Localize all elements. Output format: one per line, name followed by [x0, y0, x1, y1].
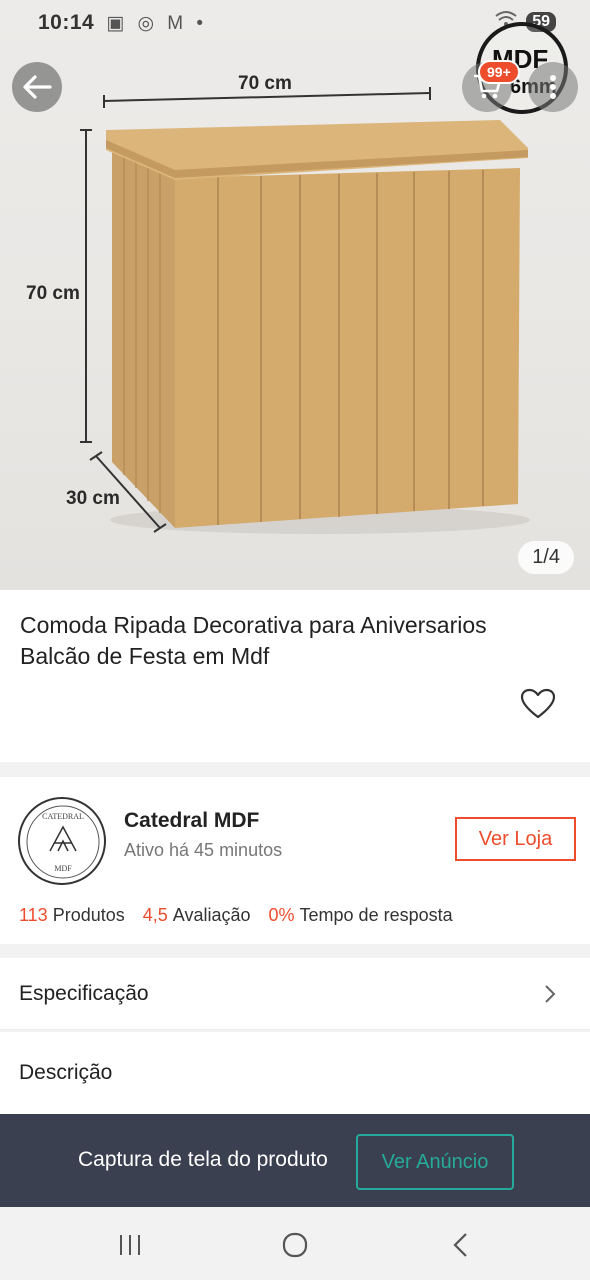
- recent-apps-button[interactable]: [100, 1225, 160, 1265]
- banner-text: Captura de tela do produto: [78, 1148, 328, 1171]
- back-button[interactable]: [12, 62, 62, 112]
- specification-row[interactable]: Especificação: [0, 958, 590, 1030]
- shop-logo[interactable]: CATEDRAL MDF: [18, 797, 106, 885]
- stat-label: Avaliação: [172, 905, 251, 925]
- logo-text: CATEDRAL: [42, 812, 84, 821]
- shop-active-status: Ativo há 45 minutos: [124, 840, 283, 860]
- shop-stats: 113 Produtos 4,5 Avaliação 0% Tempo de resp…: [19, 905, 453, 926]
- shop-name[interactable]: Catedral MDF: [124, 809, 259, 833]
- more-options-button[interactable]: [528, 62, 578, 112]
- stat-rating: 4,5 Avaliação: [143, 905, 251, 926]
- arrow-left-icon: [23, 75, 52, 99]
- favorite-button[interactable]: [520, 688, 556, 725]
- view-ad-button[interactable]: Ver Anúncio: [356, 1134, 514, 1190]
- stat-value: 4,5: [142, 905, 168, 925]
- description-label: Descrição: [19, 1061, 113, 1084]
- catedral-logo-icon: CATEDRAL MDF: [26, 805, 100, 879]
- dimension-depth-label: 30 cm: [66, 488, 120, 509]
- stat-response: 0% Tempo de resposta: [269, 905, 453, 926]
- recent-apps-icon: [120, 1235, 140, 1255]
- dimension-height-label: 70 cm: [26, 283, 80, 304]
- home-button[interactable]: [265, 1225, 325, 1265]
- product-title-card: Comoda Ripada Decorativa para Aniversari…: [0, 590, 590, 762]
- more-dots-icon: [550, 75, 556, 99]
- screenshot-banner: Captura de tela do produto Ver Anúncio: [0, 1114, 590, 1207]
- specification-label: Especificação: [19, 981, 149, 1005]
- shop-card: CATEDRAL MDF Catedral MDF Ativo há 45 mi…: [0, 777, 590, 944]
- stat-label: Produtos: [52, 905, 125, 925]
- product-title: Comoda Ripada Decorativa para Aniversari…: [20, 612, 487, 669]
- home-icon: [282, 1232, 308, 1258]
- dimension-width-label: 70 cm: [238, 73, 292, 94]
- chevron-right-icon: [545, 984, 556, 1003]
- cart-count-badge: 99+: [478, 60, 520, 84]
- stat-value: 0%: [268, 905, 295, 925]
- heart-icon: [520, 688, 556, 719]
- logo-sub-text: MDF: [54, 864, 72, 873]
- visit-shop-button[interactable]: Ver Loja: [455, 817, 576, 861]
- back-chevron-icon: [453, 1233, 467, 1257]
- description-row[interactable]: Descrição: [0, 1032, 590, 1114]
- stat-value: 113: [19, 905, 48, 925]
- image-page-indicator: 1/4: [518, 541, 574, 574]
- stat-label: Tempo de resposta: [299, 905, 453, 925]
- system-navigation-bar: [0, 1207, 590, 1280]
- system-back-button[interactable]: [430, 1225, 490, 1265]
- stat-products: 113 Produtos: [19, 905, 125, 926]
